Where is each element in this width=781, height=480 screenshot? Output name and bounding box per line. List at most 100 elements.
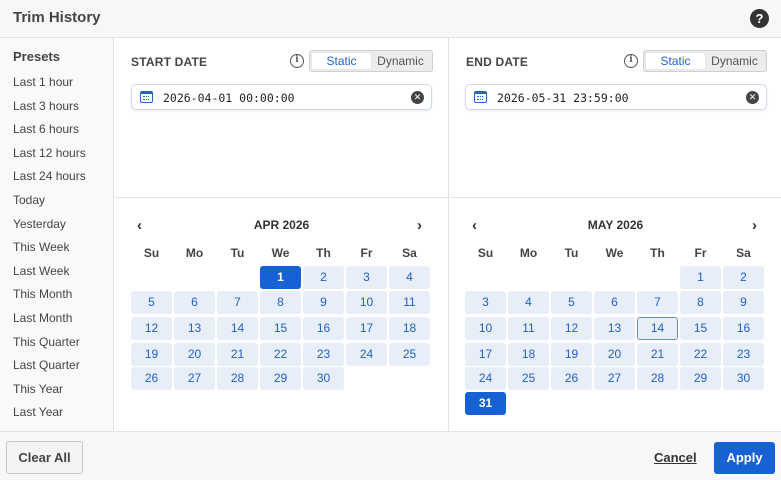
calendar-day[interactable]: 29 bbox=[260, 367, 301, 390]
calendar-day[interactable]: 22 bbox=[260, 343, 301, 366]
calendar-day[interactable]: 9 bbox=[303, 291, 344, 314]
calendar-day[interactable]: 23 bbox=[723, 343, 764, 366]
preset-item[interactable]: This Year bbox=[13, 382, 63, 396]
calendar-day[interactable]: 21 bbox=[637, 343, 678, 366]
calendar-day[interactable]: 11 bbox=[389, 291, 430, 314]
start-dynamic-toggle[interactable]: Dynamic bbox=[371, 53, 430, 69]
calendar-day[interactable]: 19 bbox=[131, 343, 172, 366]
calendar-day[interactable]: 1 bbox=[260, 266, 301, 289]
calendar-day[interactable]: 10 bbox=[465, 317, 506, 340]
calendar-day[interactable]: 12 bbox=[551, 317, 592, 340]
clear-end-icon[interactable]: ✕ bbox=[746, 91, 759, 104]
calendar-day[interactable]: 12 bbox=[131, 317, 172, 340]
calendar-day[interactable]: 26 bbox=[131, 367, 172, 390]
calendar-day[interactable]: 1 bbox=[680, 266, 721, 289]
calendar-day[interactable]: 18 bbox=[389, 317, 430, 340]
preset-item[interactable]: Last 12 hours bbox=[13, 146, 86, 160]
calendar-day[interactable]: 23 bbox=[303, 343, 344, 366]
calendar-day[interactable]: 8 bbox=[260, 291, 301, 314]
start-date-field[interactable]: ✕ bbox=[131, 84, 432, 110]
end-dynamic-toggle[interactable]: Dynamic bbox=[705, 53, 764, 69]
month-header: ‹ MAY 2026 › bbox=[450, 217, 781, 234]
calendar-day[interactable]: 16 bbox=[723, 317, 764, 340]
end-date-field[interactable]: ✕ bbox=[465, 84, 767, 110]
info-icon[interactable]: i bbox=[290, 54, 304, 68]
apply-button[interactable]: Apply bbox=[714, 442, 775, 474]
preset-item[interactable]: Last Week bbox=[13, 264, 69, 278]
calendar-day[interactable]: 28 bbox=[217, 367, 258, 390]
month-title: MAY 2026 bbox=[587, 218, 644, 232]
calendar-day[interactable]: 15 bbox=[260, 317, 301, 340]
calendar-day[interactable]: 11 bbox=[508, 317, 549, 340]
calendar-day[interactable]: 19 bbox=[551, 343, 592, 366]
weekday-label: Th bbox=[316, 246, 331, 260]
weekday-label: Su bbox=[143, 246, 160, 260]
clear-start-icon[interactable]: ✕ bbox=[411, 91, 424, 104]
preset-item[interactable]: Last 6 hours bbox=[13, 122, 79, 136]
calendar-day[interactable]: 13 bbox=[174, 317, 215, 340]
calendar-day[interactable]: 16 bbox=[303, 317, 344, 340]
calendar-day[interactable]: 24 bbox=[346, 343, 387, 366]
calendar-day[interactable]: 3 bbox=[346, 266, 387, 289]
dialog-title: Trim History bbox=[13, 9, 101, 26]
calendar-day[interactable]: 30 bbox=[303, 367, 344, 390]
preset-item[interactable]: Today bbox=[13, 193, 45, 207]
calendar-day[interactable]: 6 bbox=[174, 291, 215, 314]
calendar-day[interactable]: 18 bbox=[508, 343, 549, 366]
calendar-day[interactable]: 20 bbox=[174, 343, 215, 366]
calendar-day[interactable]: 22 bbox=[680, 343, 721, 366]
calendar-day[interactable]: 5 bbox=[551, 291, 592, 314]
calendar-day[interactable]: 5 bbox=[131, 291, 172, 314]
calendar-day[interactable]: 4 bbox=[389, 266, 430, 289]
calendar-day[interactable]: 20 bbox=[594, 343, 635, 366]
calendar-day[interactable]: 13 bbox=[594, 317, 635, 340]
start-date-settings: START DATE i Static Dynamic ✕ bbox=[115, 38, 448, 198]
calendar-day[interactable]: 17 bbox=[346, 317, 387, 340]
calendar-day[interactable]: 2 bbox=[723, 266, 764, 289]
calendar-day[interactable]: 26 bbox=[551, 367, 592, 390]
cancel-button[interactable]: Cancel bbox=[654, 450, 697, 465]
calendar-day[interactable]: 17 bbox=[465, 343, 506, 366]
calendar-day[interactable]: 24 bbox=[465, 367, 506, 390]
preset-item[interactable]: This Month bbox=[13, 287, 72, 301]
calendar-day[interactable]: 10 bbox=[346, 291, 387, 314]
calendar-day[interactable]: 14 bbox=[217, 317, 258, 340]
calendar-day[interactable]: 9 bbox=[723, 291, 764, 314]
calendar-day[interactable]: 21 bbox=[217, 343, 258, 366]
next-month-icon[interactable]: › bbox=[752, 217, 757, 234]
preset-item[interactable]: Last Month bbox=[13, 311, 72, 325]
calendar-day[interactable]: 25 bbox=[508, 367, 549, 390]
calendar-day[interactable]: 6 bbox=[594, 291, 635, 314]
preset-item[interactable]: This Week bbox=[13, 240, 69, 254]
preset-item[interactable]: Yesterday bbox=[13, 217, 66, 231]
next-month-icon[interactable]: › bbox=[417, 217, 422, 234]
calendar-day[interactable]: 27 bbox=[594, 367, 635, 390]
calendar-day[interactable]: 28 bbox=[637, 367, 678, 390]
calendar-day[interactable]: 29 bbox=[680, 367, 721, 390]
info-icon[interactable]: i bbox=[624, 54, 638, 68]
calendar-day[interactable]: 7 bbox=[217, 291, 258, 314]
clear-all-button[interactable]: Clear All bbox=[6, 441, 83, 474]
preset-item[interactable]: Last 3 hours bbox=[13, 99, 79, 113]
preset-item[interactable]: Last 1 hour bbox=[13, 75, 73, 89]
start-date-input[interactable] bbox=[163, 91, 383, 105]
calendar-day[interactable]: 25 bbox=[389, 343, 430, 366]
calendar-day[interactable]: 4 bbox=[508, 291, 549, 314]
question-circle-icon[interactable]: ? bbox=[750, 9, 769, 28]
preset-item[interactable]: This Quarter bbox=[13, 335, 80, 349]
end-static-toggle[interactable]: Static bbox=[646, 53, 705, 69]
calendar-day[interactable]: 7 bbox=[637, 291, 678, 314]
calendar-day[interactable]: 27 bbox=[174, 367, 215, 390]
calendar-day[interactable]: 15 bbox=[680, 317, 721, 340]
preset-item[interactable]: Last 24 hours bbox=[13, 169, 86, 183]
calendar-day[interactable]: 2 bbox=[303, 266, 344, 289]
start-static-toggle[interactable]: Static bbox=[312, 53, 371, 69]
calendar-day[interactable]: 8 bbox=[680, 291, 721, 314]
preset-item[interactable]: Last Year bbox=[13, 405, 63, 419]
calendar-day[interactable]: 30 bbox=[723, 367, 764, 390]
calendar-day[interactable]: 3 bbox=[465, 291, 506, 314]
preset-item[interactable]: Last Quarter bbox=[13, 358, 80, 372]
calendar-day[interactable]: 14 bbox=[637, 317, 678, 340]
calendar-day[interactable]: 31 bbox=[465, 392, 506, 415]
end-date-input[interactable] bbox=[497, 91, 717, 105]
